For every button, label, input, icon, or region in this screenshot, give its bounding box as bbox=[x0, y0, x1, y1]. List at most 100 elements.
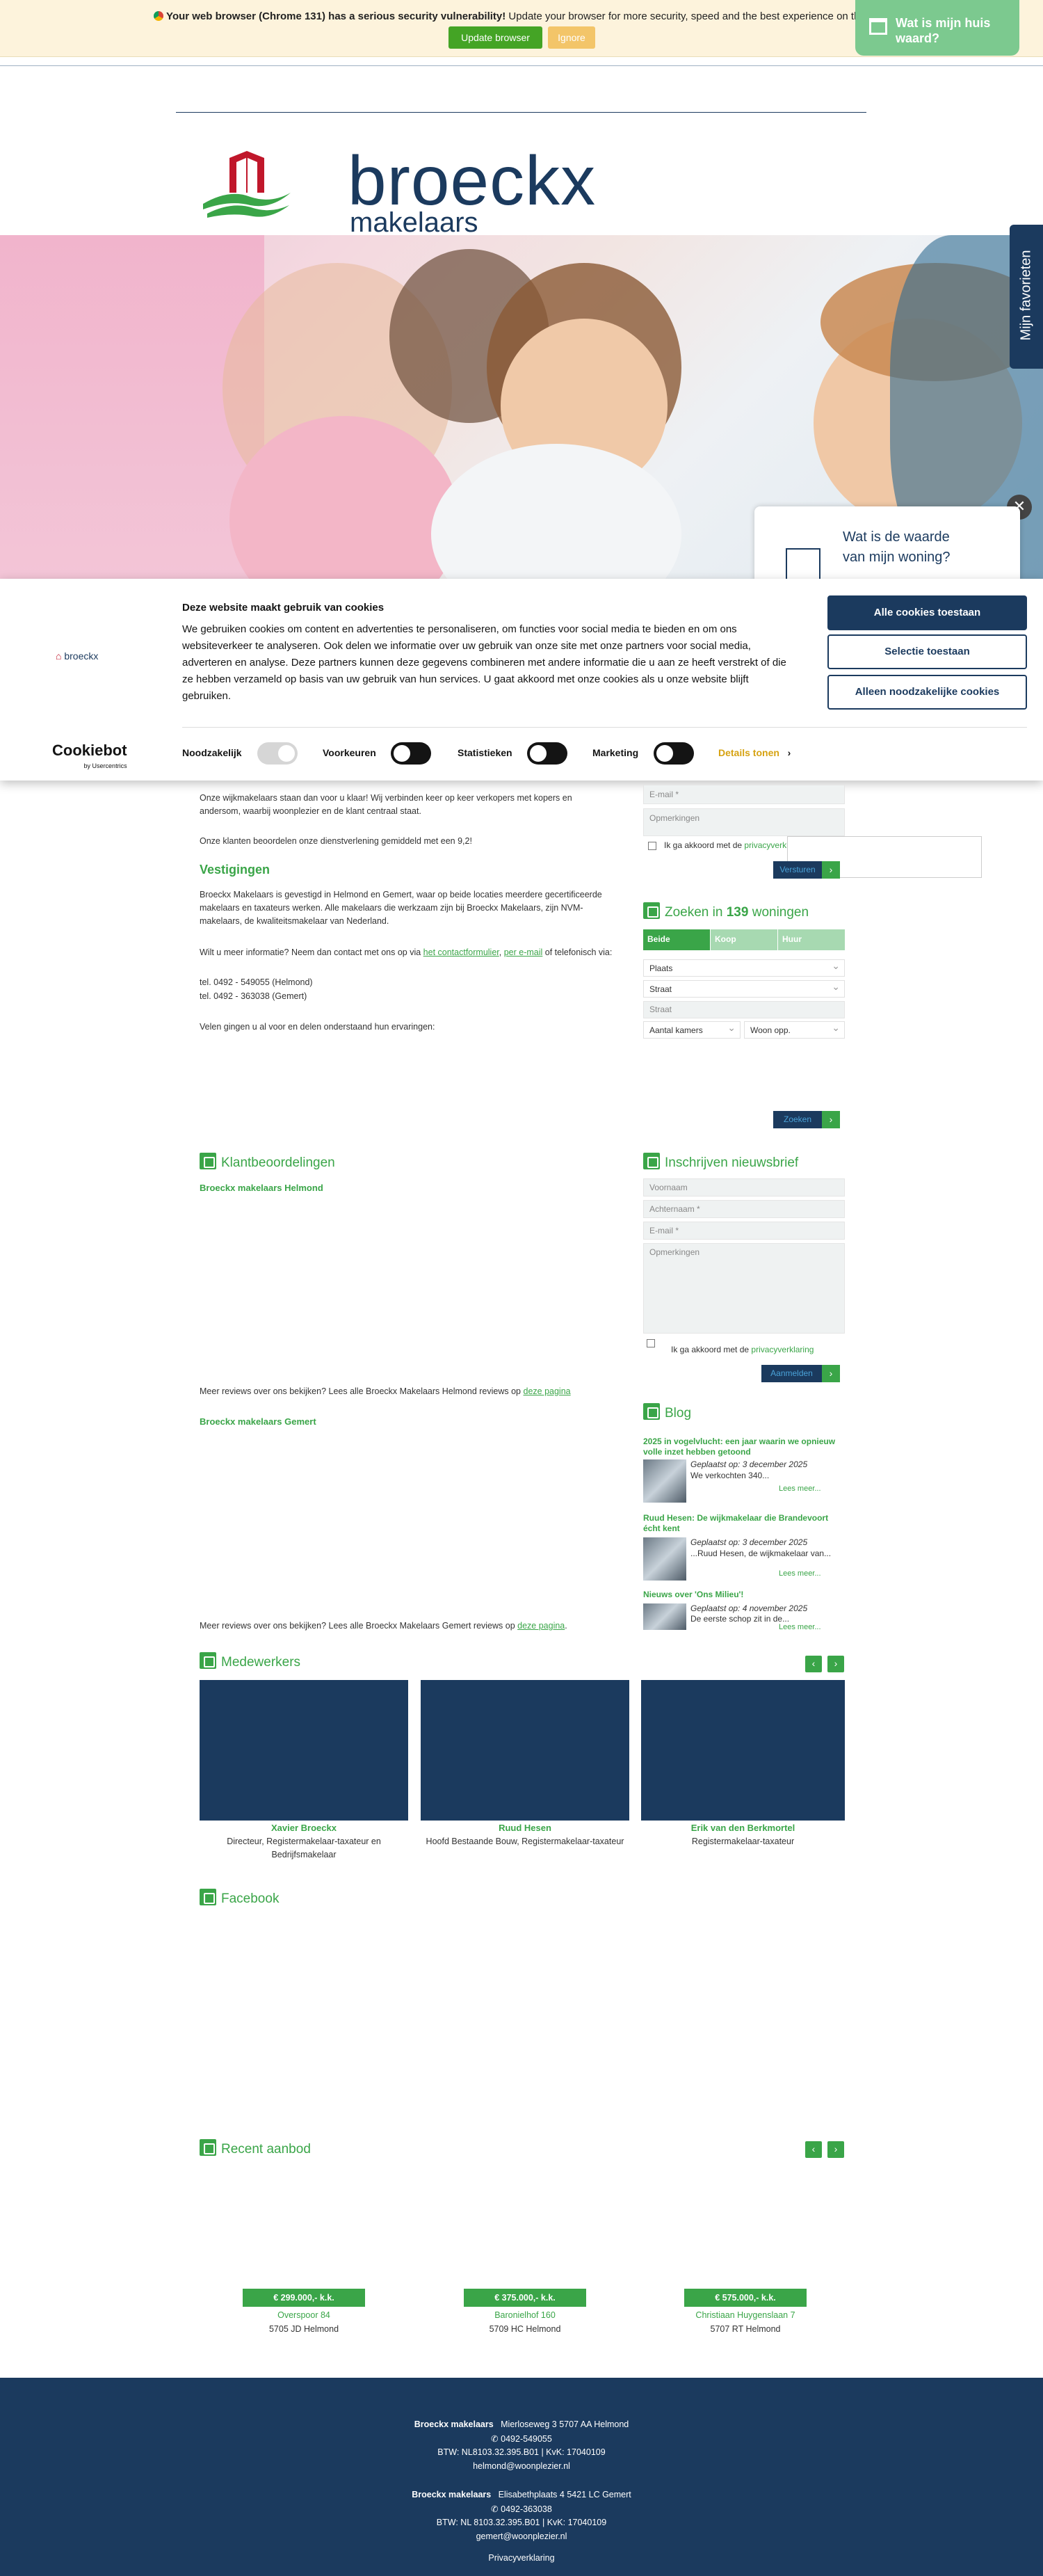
toggle-preferences[interactable] bbox=[391, 742, 431, 765]
toggle-label-statistics: Statistieken bbox=[458, 747, 512, 758]
straat-select[interactable]: Straat bbox=[643, 980, 845, 998]
contact-email-input[interactable]: E-mail * bbox=[643, 785, 845, 804]
employees-prev-icon[interactable]: ‹ bbox=[805, 1656, 822, 1672]
newsletter-lastname-input[interactable]: Achternaam * bbox=[643, 1200, 845, 1218]
allow-selection-button[interactable]: Selectie toestaan bbox=[827, 634, 1027, 669]
toggle-necessary bbox=[257, 742, 298, 765]
house-value-popup[interactable]: Wat is de waarde van mijn woning? bbox=[754, 506, 1020, 583]
footer-phone-gemert[interactable]: ✆ 0492-363038 bbox=[0, 2504, 1043, 2514]
listing-street-2[interactable]: Baronielhof 160 bbox=[421, 2310, 629, 2320]
employee-role-2: Hoofd Bestaande Bouw, Registermakelaar-t… bbox=[426, 1837, 624, 1846]
employee-name-1[interactable]: Xavier Broeckx bbox=[200, 1823, 408, 1833]
footer-office-gemert: Broeckx makelaars Elisabethplaats 4 5421… bbox=[412, 2490, 631, 2499]
blog-post-title-2[interactable]: Ruud Hesen: De wijkmakelaar die Brandevo… bbox=[643, 1513, 845, 1534]
necessary-only-button[interactable]: Alleen noodzakelijke cookies bbox=[827, 675, 1027, 710]
house-value-label: Wat is mijn huis waard? bbox=[896, 16, 991, 45]
header-line bbox=[176, 112, 866, 113]
reviews-helmond-more: Meer reviews over ons bekijken? Lees all… bbox=[200, 1386, 571, 1396]
plaats-select[interactable]: Plaats bbox=[643, 959, 845, 977]
employee-photo-2[interactable] bbox=[421, 1680, 629, 1821]
contact-send-arrow-icon[interactable]: › bbox=[822, 861, 840, 879]
listing-city-3: 5707 RT Helmond bbox=[710, 2324, 781, 2334]
newsletter-remarks-input[interactable]: Opmerkingen bbox=[643, 1243, 845, 1334]
blog-more-2[interactable]: Lees meer... bbox=[779, 1567, 821, 1581]
ignore-button[interactable]: Ignore bbox=[548, 26, 595, 49]
update-browser-button[interactable]: Update browser bbox=[448, 26, 542, 49]
newsletter-privacy-label: Ik ga akkoord met de privacyverklaring bbox=[671, 1345, 814, 1354]
contact-privacy-checkbox[interactable] bbox=[648, 842, 656, 850]
blog-image-3[interactable] bbox=[643, 1603, 686, 1630]
search-arrow-icon[interactable]: › bbox=[822, 1111, 840, 1128]
listing-street-3[interactable]: Christiaan Huygenslaan 7 bbox=[641, 2310, 850, 2320]
facebook-icon bbox=[200, 1889, 216, 1905]
listing-price-1[interactable]: € 299.000,- k.k. bbox=[243, 2289, 365, 2307]
cookie-title: Deze website maakt gebruik van cookies bbox=[182, 602, 385, 614]
search-button[interactable]: Zoeken bbox=[773, 1111, 822, 1128]
contact-send-button[interactable]: Versturen bbox=[773, 861, 822, 879]
footer-email-helmond[interactable]: helmond@woonplezier.nl bbox=[0, 2461, 1043, 2471]
blog-date-1: Geplaatst op: 3 december 2025 bbox=[690, 1459, 808, 1469]
intro-paragraph: Onze wijkmakelaars staan dan voor u klaa… bbox=[200, 793, 572, 816]
reviews-helmond-link[interactable]: deze pagina bbox=[524, 1386, 571, 1396]
listing-street-1[interactable]: Overspoor 84 bbox=[200, 2310, 408, 2320]
blog-post-title-3[interactable]: Nieuws over 'Ons Milieu'! bbox=[643, 1590, 845, 1600]
favorites-tab[interactable]: Mijn favorieten bbox=[1010, 225, 1043, 369]
tab-koop[interactable]: Koop bbox=[711, 929, 777, 950]
listing-price-2[interactable]: € 375.000,- k.k. bbox=[464, 2289, 586, 2307]
house-value-floating-button[interactable]: Wat is mijn huis waard? bbox=[855, 0, 1019, 56]
employees-next-icon[interactable]: › bbox=[827, 1656, 844, 1672]
footer-email-gemert[interactable]: gemert@woonplezier.nl bbox=[0, 2531, 1043, 2541]
calculator-icon bbox=[869, 18, 887, 35]
logo-house-icon[interactable] bbox=[202, 150, 292, 219]
cookie-divider bbox=[182, 727, 1027, 728]
listing-price-3[interactable]: € 575.000,- k.k. bbox=[684, 2289, 807, 2307]
facebook-heading: Facebook bbox=[200, 1889, 279, 1907]
employee-photo-3[interactable] bbox=[641, 1680, 845, 1821]
blog-image-2[interactable] bbox=[643, 1537, 686, 1581]
newsletter-submit-arrow-icon[interactable]: › bbox=[822, 1365, 840, 1382]
newsletter-email-input[interactable]: E-mail * bbox=[643, 1222, 845, 1240]
search-count: 139 bbox=[726, 905, 749, 920]
phone-icon: ✆ bbox=[491, 2504, 499, 2514]
contact-remarks-input[interactable]: Opmerkingen bbox=[643, 808, 845, 836]
blog-more-1[interactable]: Lees meer... bbox=[779, 1482, 821, 1496]
reviews-icon bbox=[200, 1153, 216, 1169]
footer: Broeckx makelaars Mierloseweg 3 5707 AA … bbox=[0, 2378, 1043, 2576]
chrome-icon bbox=[154, 11, 164, 21]
employee-name-2[interactable]: Ruud Hesen bbox=[421, 1823, 629, 1833]
listings-prev-icon[interactable]: ‹ bbox=[805, 2141, 822, 2158]
popup-line-2: van mijn woning? bbox=[843, 550, 951, 565]
newsletter-privacy-checkbox[interactable] bbox=[647, 1339, 655, 1347]
newsletter-firstname-input[interactable]: Voornaam bbox=[643, 1178, 845, 1197]
newsletter-submit-button[interactable]: Aanmelden bbox=[761, 1365, 822, 1382]
blog-image-1[interactable] bbox=[643, 1459, 686, 1503]
tab-beide[interactable]: Beide bbox=[643, 929, 710, 950]
allow-all-cookies-button[interactable]: Alle cookies toestaan bbox=[827, 595, 1027, 630]
house-icon bbox=[786, 548, 820, 579]
footer-phone-helmond[interactable]: ✆ 0492-549055 bbox=[0, 2433, 1043, 2444]
blog-date-2: Geplaatst op: 3 december 2025 bbox=[690, 1537, 808, 1547]
employee-photo-1[interactable] bbox=[200, 1680, 408, 1821]
blog-post-title-1[interactable]: 2025 in vogelvlucht: een jaar waarin we … bbox=[643, 1437, 845, 1457]
newsletter-icon bbox=[643, 1153, 660, 1169]
listings-next-icon[interactable]: › bbox=[827, 2141, 844, 2158]
employee-name-3[interactable]: Erik van den Berkmortel bbox=[641, 1823, 845, 1833]
toggle-marketing[interactable] bbox=[654, 742, 694, 765]
oppervlakte-select[interactable]: Woon opp. bbox=[744, 1021, 845, 1039]
toggle-statistics[interactable] bbox=[527, 742, 567, 765]
employee-role-3: Registermakelaar-taxateur bbox=[691, 1837, 795, 1846]
kamers-select[interactable]: Aantal kamers bbox=[643, 1021, 741, 1039]
tab-huur[interactable]: Huur bbox=[778, 929, 845, 950]
listing-city-1: 5705 JD Helmond bbox=[268, 2324, 339, 2334]
blog-more-3[interactable]: Lees meer... bbox=[779, 1623, 821, 1631]
footer-btw-helmond: BTW: NL8103.32.395.B01 | KvK: 17040109 bbox=[437, 2447, 606, 2457]
newsletter-privacy-link[interactable]: privacyverklaring bbox=[751, 1345, 814, 1354]
show-details-link[interactable]: Details tonen › bbox=[718, 747, 791, 758]
reviews-gemert-link[interactable]: deze pagina bbox=[517, 1621, 565, 1631]
blog-date-3: Geplaatst op: 4 november 2025 bbox=[690, 1603, 808, 1613]
contact-form-link[interactable]: het contactformulier bbox=[423, 947, 499, 957]
footer-office-helmond: Broeckx makelaars Mierloseweg 3 5707 AA … bbox=[414, 2419, 629, 2429]
footer-privacy-link[interactable]: Privacyverklaring bbox=[0, 2553, 1043, 2563]
email-link[interactable]: per e-mail bbox=[504, 947, 543, 957]
straat-input[interactable]: Straat bbox=[643, 1001, 845, 1018]
